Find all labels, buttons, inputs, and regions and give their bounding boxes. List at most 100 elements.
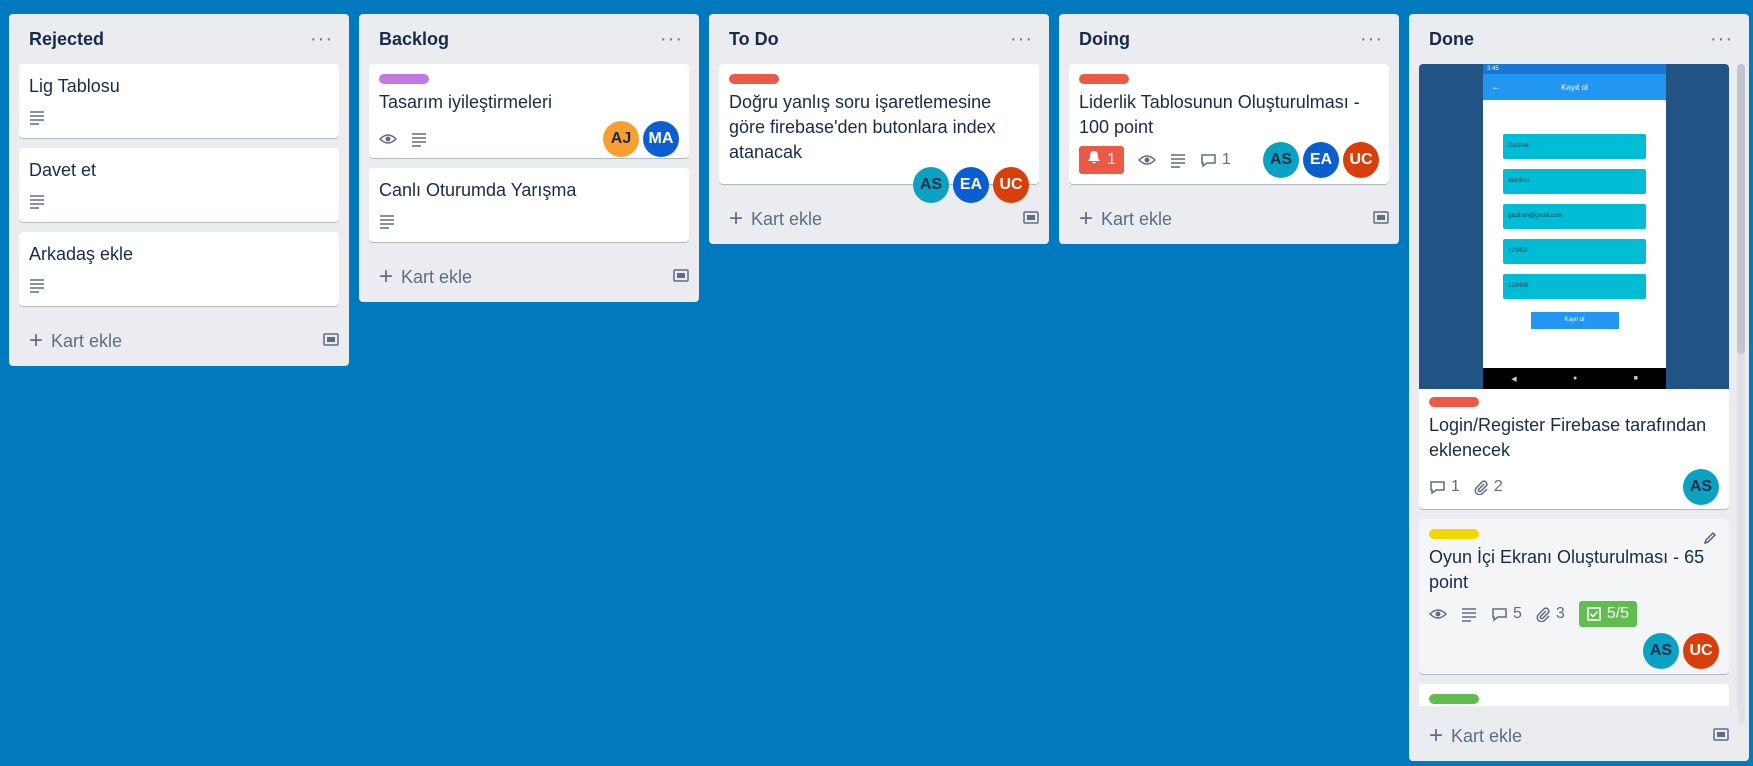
watch-eye-icon (1137, 153, 1156, 167)
add-card-row: + Kart ekle (1409, 711, 1739, 761)
avatar[interactable]: AS (913, 167, 949, 203)
add-card-label: Kart ekle (51, 330, 123, 351)
avatar[interactable]: EA (1303, 142, 1339, 178)
add-card-row: + Kart ekle (9, 316, 349, 366)
template-icon[interactable] (1713, 726, 1729, 747)
avatar[interactable]: AS (1683, 469, 1719, 505)
template-icon[interactable] (673, 267, 689, 288)
add-card-label: Kart ekle (1451, 725, 1523, 746)
list-menu-button[interactable]: ··· (654, 29, 689, 49)
phone-field: 123456 (1503, 239, 1646, 264)
phone-field: Gazihan (1503, 134, 1646, 159)
comment-badge: 5 (1491, 605, 1522, 623)
card[interactable]: Oyun İçi Ekranı Oluşturulması - 65 point… (1419, 519, 1729, 674)
due-date-badge[interactable]: 1 (1079, 146, 1124, 174)
list-doing: Doing ··· Liderlik Tablosunun Oluşturulm… (1059, 14, 1399, 244)
add-card-row: + Kart ekle (359, 252, 699, 302)
avatar[interactable]: AJ (603, 121, 639, 157)
card-cover-image: 3:45 ← Kayıt ol Gazihan Alankus gazihan@… (1419, 64, 1729, 389)
watch-eye-icon (1429, 607, 1447, 621)
add-card-label: Kart ekle (751, 208, 823, 229)
scrollbar-thumb[interactable] (1737, 64, 1745, 354)
card-title: Liderlik Tablosunun Oluşturulması - 100 … (1079, 92, 1360, 137)
list-menu-button[interactable]: ··· (1004, 29, 1039, 49)
card[interactable]: 3:45 ← Kayıt ol Gazihan Alankus gazihan@… (1419, 64, 1729, 509)
phone-submit-button: Kayıt ol (1530, 312, 1619, 329)
card-title: Doğru yanlış soru işaretlemesine göre fi… (729, 92, 996, 162)
card-title: Login/Register Firebase tarafından eklen… (1429, 415, 1707, 460)
card[interactable]: Doğru yanlış soru işaretlemesine göre fi… (719, 64, 1039, 203)
plus-icon: + (379, 263, 394, 290)
due-count: 1 (1107, 151, 1116, 168)
list-menu-button[interactable]: ··· (304, 29, 339, 49)
description-icon (29, 193, 45, 209)
phone-status-bar: 3:45 (1483, 64, 1666, 74)
add-card-button[interactable]: + Kart ekle (1429, 724, 1522, 748)
avatar[interactable]: UC (993, 167, 1029, 203)
checkbox-icon (1587, 607, 1601, 621)
list-title[interactable]: Rejected (29, 29, 104, 50)
attachment-badge: 2 (1474, 478, 1503, 496)
list-title[interactable]: To Do (729, 29, 779, 50)
phone-app-title: Kayıt ol (1561, 82, 1588, 92)
avatar[interactable]: UC (1343, 142, 1379, 178)
plus-icon: + (1079, 205, 1094, 232)
list-title[interactable]: Backlog (379, 29, 449, 50)
avatar[interactable]: UC (1683, 633, 1719, 669)
card-label[interactable] (729, 74, 779, 84)
nav-home-icon: ● (1572, 375, 1578, 382)
bell-icon (1087, 150, 1101, 170)
card-title: Canlı Oturumda Yarışma (379, 180, 577, 200)
avatar[interactable]: MA (643, 121, 679, 157)
list-done: Done ··· 3:45 ← Kayıt ol Gazihan Alankus… (1409, 14, 1749, 761)
card[interactable]: Liderlik Tablosunun Oluşturulması - 100 … (1069, 64, 1389, 184)
template-icon[interactable] (323, 331, 339, 352)
avatar[interactable]: EA (953, 167, 989, 203)
card-label[interactable] (1079, 74, 1129, 84)
add-card-button[interactable]: + Kart ekle (29, 329, 122, 353)
card[interactable]: Canlı Oturumda Yarışma (369, 168, 689, 242)
list-menu-button[interactable]: ··· (1704, 29, 1739, 49)
card-title: Arkadaş ekle (29, 244, 134, 264)
card-label[interactable] (1429, 694, 1479, 704)
edit-pencil-icon[interactable] (1703, 531, 1717, 550)
phone-nav-bar: ◀ ● ■ (1483, 368, 1666, 389)
card-title: Lig Tablosu (29, 76, 120, 96)
list-menu-button[interactable]: ··· (1354, 29, 1389, 49)
list-header: To Do ··· (709, 14, 1049, 64)
list-header: Backlog ··· (359, 14, 699, 64)
comment-badge: 1 (1200, 151, 1231, 169)
list-header: Doing ··· (1059, 14, 1399, 64)
attachment-count: 2 (1493, 478, 1503, 495)
add-card-button[interactable]: + Kart ekle (729, 207, 822, 231)
card-label[interactable] (1429, 397, 1479, 407)
card-label[interactable] (379, 74, 429, 84)
list-title[interactable]: Doing (1079, 29, 1130, 50)
attachment-badge: 3 (1536, 605, 1565, 623)
add-card-button[interactable]: + Kart ekle (1079, 207, 1172, 231)
scrollbar[interactable] (1737, 64, 1745, 724)
list-title[interactable]: Done (1429, 29, 1474, 50)
card[interactable]: Lig Tablosu (19, 64, 339, 138)
nav-back-icon: ◀ (1511, 375, 1517, 383)
avatar[interactable]: AS (1263, 142, 1299, 178)
card-label[interactable] (1429, 529, 1479, 539)
template-icon[interactable] (1023, 209, 1039, 230)
attachment-count: 3 (1555, 605, 1565, 622)
template-icon[interactable] (1373, 209, 1389, 230)
add-card-label: Kart ekle (401, 266, 473, 287)
list-header: Done ··· (1409, 14, 1749, 64)
description-icon (379, 213, 395, 229)
card[interactable]: Arkadaş ekle (19, 232, 339, 306)
list-rejected: Rejected ··· Lig Tablosu Davet et Arkada… (9, 14, 349, 366)
phone-app-bar: ← Kayıt ol (1483, 74, 1666, 100)
card[interactable]: Davet et (19, 148, 339, 222)
add-card-button[interactable]: + Kart ekle (379, 265, 472, 289)
avatar[interactable]: AS (1643, 633, 1679, 669)
watch-eye-icon (379, 132, 397, 146)
card[interactable] (1419, 684, 1729, 706)
card[interactable]: Tasarım iyileştirmeleri AJ MA (369, 64, 689, 158)
comment-count: 1 (1221, 151, 1231, 168)
phone-field: 123456 (1503, 274, 1646, 299)
add-card-row: + Kart ekle (1059, 194, 1399, 244)
